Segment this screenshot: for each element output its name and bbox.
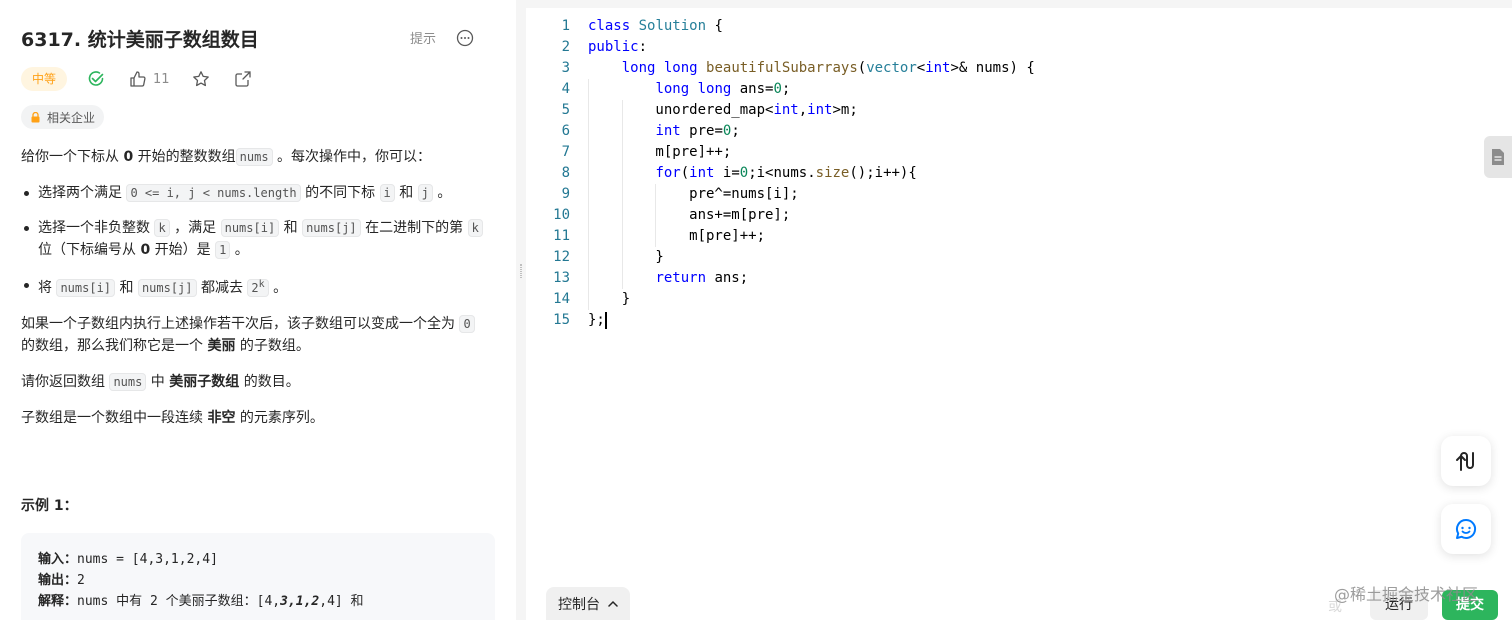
- more-options-icon[interactable]: [456, 29, 474, 47]
- difficulty-badge: 中等: [21, 67, 68, 91]
- document-icon: [1492, 149, 1504, 165]
- panel-resize-handle[interactable]: [516, 0, 526, 620]
- title-row: 6317. 统计美丽子数组数目 提示: [21, 26, 498, 54]
- watermark: @稀土掘金技术社区: [1334, 585, 1479, 604]
- share-icon[interactable]: [234, 70, 252, 88]
- lock-icon: [31, 111, 40, 122]
- text-cursor: [604, 311, 607, 329]
- related-companies-tag[interactable]: 相关企业: [21, 105, 105, 129]
- list-item: 选择一个非负整数 k ，满足 nums[i] 和 nums[j] 在二进制下的第…: [21, 217, 491, 261]
- problem-description: 给你一个下标从 0 开始的整数数组 nums 。每次操作中，你可以： 选择两个满足…: [21, 146, 491, 443]
- desc-paragraph-3: 请你返回数组 nums 中 美丽子数组 的数目。: [21, 373, 300, 391]
- code-editor[interactable]: 1 class Solution { 2 public: 3 long long b…: [526, 8, 1512, 620]
- list-item: 将 nums[i] 和 nums[j] 都减去 2k 。: [21, 274, 491, 299]
- side-panel-tab[interactable]: [1484, 136, 1512, 178]
- problem-panel: 6317. 统计美丽子数组数目 提示 中等 11 相关企业 给你一个下标从 0 …: [0, 0, 516, 620]
- related-companies-label: 相关企业: [47, 110, 96, 125]
- like-count: 11: [153, 71, 170, 87]
- console-toggle-button[interactable]: 控制台: [546, 587, 630, 620]
- list-item: 选择两个满足 0 <= i, j < nums.length 的不同下标 i 和…: [21, 182, 491, 204]
- example-block: 输入：nums = [4,3,1,2,4] 输出：2 解释：nums 中有 2 …: [21, 533, 495, 620]
- console-label: 控制台: [558, 596, 600, 613]
- hint-button[interactable]: 提示: [410, 30, 436, 50]
- desc-paragraph-2: 如果一个子数组内执行上述操作若干次后，该子数组可以变成一个全为 0 的数组，那么…: [21, 313, 491, 357]
- problem-meta: 中等 11: [21, 67, 252, 91]
- chevron-up-icon: [608, 600, 618, 607]
- star-icon[interactable]: [192, 70, 210, 88]
- reset-icon: [1456, 451, 1474, 471]
- accepted-check-icon: [88, 71, 104, 86]
- feedback-button[interactable]: [1441, 504, 1491, 554]
- thumbs-up-icon[interactable]: [129, 70, 147, 88]
- reset-code-button[interactable]: [1441, 436, 1491, 486]
- desc-paragraph-4: 子数组是一个数组中一段连续 非空 的元素序列。: [21, 410, 324, 426]
- chat-icon: [1456, 518, 1477, 539]
- desc-paragraph-1: 给你一个下标从 0 开始的整数数组 nums 。每次操作中，你可以：: [21, 148, 432, 166]
- example-title: 示例 1：: [21, 498, 78, 514]
- operations-list: 选择两个满足 0 <= i, j < nums.length 的不同下标 i 和…: [21, 182, 491, 299]
